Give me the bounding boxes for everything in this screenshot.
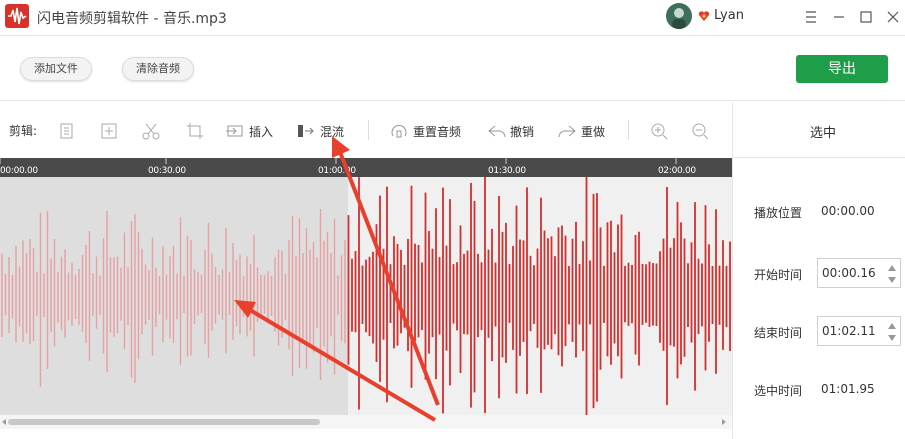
vip-heart-icon	[698, 11, 710, 21]
paste-icon[interactable]	[100, 122, 118, 140]
tick-label: 01:00.00	[318, 166, 356, 176]
tick-label: 02:00.00	[658, 166, 696, 176]
close-icon[interactable]	[882, 6, 904, 28]
zoom-out-icon[interactable]	[691, 122, 711, 140]
scroll-right-icon[interactable]	[720, 415, 728, 429]
scrollbar-thumb[interactable]	[8, 419, 320, 425]
tick-label: 00:00.00	[0, 166, 38, 176]
reset-audio-icon[interactable]	[389, 122, 409, 140]
toolbar-separator	[368, 120, 369, 140]
decrement-icon[interactable]	[887, 333, 897, 343]
undo-button[interactable]: 撤销	[510, 123, 534, 140]
user-name[interactable]: Lyan	[714, 8, 744, 23]
maximize-icon[interactable]	[855, 6, 877, 28]
edit-label: 剪辑:	[9, 124, 38, 138]
copy-icon[interactable]	[58, 122, 76, 140]
end-time-input[interactable]: 01:02.11	[817, 316, 901, 346]
redo-button[interactable]: 重做	[581, 123, 605, 140]
toolbar-separator	[628, 120, 629, 140]
crop-icon[interactable]	[186, 122, 204, 140]
start-time-label: 开始时间	[754, 268, 803, 282]
scroll-left-icon[interactable]	[0, 415, 8, 429]
increment-icon[interactable]	[887, 263, 897, 273]
user-avatar[interactable]	[666, 3, 692, 29]
insert-button[interactable]: 插入	[249, 123, 273, 140]
play-position-label: 播放位置	[754, 206, 803, 220]
zoom-in-icon[interactable]	[650, 122, 670, 140]
start-time-value: 00:00.16	[822, 266, 876, 280]
clear-audio-button[interactable]: 清除音频	[122, 57, 194, 81]
timeline-ruler[interactable]: 00:00.00 00:30.00 01:00.00 01:30.00 02:0…	[0, 158, 732, 177]
end-time-label: 结束时间	[754, 326, 803, 340]
tick-label: 01:30.00	[488, 166, 526, 176]
selection-duration-label: 选中时间	[754, 384, 803, 398]
decrement-icon[interactable]	[887, 275, 897, 285]
reset-audio-button[interactable]: 重置音频	[413, 123, 461, 140]
title-bar: 闪电音频剪辑软件 - 音乐.mp3 Lyan	[0, 0, 905, 36]
insert-icon[interactable]	[225, 122, 245, 140]
play-position-value: 00:00.00	[821, 204, 875, 218]
menu-icon[interactable]	[800, 6, 822, 28]
waveform	[1, 177, 731, 415]
undo-icon[interactable]	[487, 122, 507, 140]
start-time-input[interactable]: 00:00.16	[817, 258, 901, 288]
waveform-area[interactable]	[0, 177, 732, 415]
end-time-value: 01:02.11	[822, 324, 876, 338]
redo-icon[interactable]	[557, 122, 577, 140]
window-title: 闪电音频剪辑软件 - 音乐.mp3	[37, 11, 227, 27]
add-file-button[interactable]: 添加文件	[20, 57, 92, 81]
mix-icon[interactable]	[296, 122, 316, 140]
ruler-ticks	[0, 158, 677, 164]
export-button[interactable]: 导出	[796, 55, 888, 83]
selection-header-label: 选中	[810, 126, 837, 141]
increment-icon[interactable]	[887, 321, 897, 331]
edit-toolbar: 剪辑: 插入 混流 重置音频 撤销 重做	[0, 102, 732, 158]
app-logo-icon	[5, 4, 29, 28]
cut-icon[interactable]	[141, 122, 161, 140]
tick-label: 00:30.00	[148, 166, 186, 176]
selection-panel-header: 选中	[732, 102, 905, 158]
mix-button[interactable]: 混流	[320, 123, 344, 140]
horizontal-scrollbar[interactable]	[0, 415, 732, 429]
selection-duration-value: 01:01.95	[821, 382, 875, 396]
file-toolbar: 添加文件 清除音频 导出	[0, 37, 905, 101]
selection-panel: 播放位置 00:00.00 开始时间 00:00.16 结束时间 01:02.1…	[732, 158, 905, 439]
minimize-icon[interactable]	[828, 6, 850, 28]
